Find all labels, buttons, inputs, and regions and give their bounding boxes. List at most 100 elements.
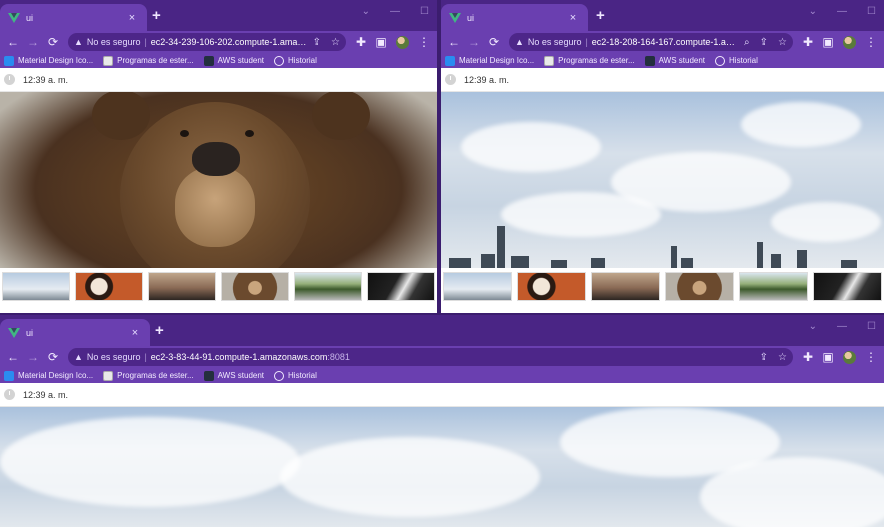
thumbnail-sky[interactable] (443, 272, 512, 301)
thumbnail-sunset[interactable] (148, 272, 216, 301)
bookmark-aws-student[interactable]: AWS student (203, 55, 265, 66)
address-bar[interactable]: ▲ No es seguro | ec2-34-239-106-202.comp… (68, 33, 346, 51)
bookmark-label: Material Design Ico... (18, 56, 94, 65)
back-button[interactable]: ← (4, 350, 22, 364)
bookmark-label: Programas de ester... (117, 371, 194, 380)
tab-close-button[interactable]: × (566, 12, 580, 24)
warning-icon[interactable]: ▲ (515, 37, 524, 47)
star-icon[interactable]: ☆ (778, 352, 787, 363)
bookmark-label: AWS student (217, 56, 265, 65)
omnibox-separator: | (144, 352, 147, 362)
bookmark-programas[interactable]: Programas de ester... (103, 55, 194, 66)
share-icon[interactable]: ⇪ (313, 37, 321, 48)
bear-ear (312, 92, 370, 140)
thumbnail-road[interactable] (739, 272, 808, 301)
thumbnail-dark[interactable] (813, 272, 882, 301)
maximize-button[interactable]: ☐ (420, 6, 429, 17)
address-bar[interactable]: ▲ No es seguro | ec2-18-208-164-167.comp… (509, 33, 793, 51)
search-icon[interactable]: ⌕ (744, 37, 750, 48)
building (511, 256, 529, 268)
star-icon[interactable]: ☆ (331, 37, 340, 48)
thumbnail-dark[interactable] (367, 272, 435, 301)
warning-icon[interactable]: ▲ (74, 352, 83, 362)
side-panel-icon[interactable]: ▣ (372, 35, 390, 49)
browser-toolbar: ← → ⟳ ▲ No es seguro | ec2-18-208-164-16… (441, 31, 884, 53)
avatar[interactable] (396, 35, 409, 49)
thumbnail-road[interactable] (294, 272, 362, 301)
chevron-down-icon[interactable]: ⌄ (809, 321, 817, 332)
bookmark-material-design[interactable]: Material Design Ico... (445, 55, 534, 66)
back-button[interactable]: ← (4, 35, 22, 49)
cloud (0, 417, 300, 507)
puzzle-icon[interactable]: ✚ (799, 350, 817, 364)
app-header: 12:39 a. m. (441, 68, 884, 92)
address-bar[interactable]: ▲ No es seguro | ec2-3-83-44-91.compute-… (68, 348, 793, 366)
forward-button[interactable]: → (24, 350, 42, 364)
minimize-button[interactable]: — (837, 6, 847, 17)
tab-ui[interactable]: ui × (441, 4, 588, 31)
tab-close-button[interactable]: × (125, 12, 139, 24)
vue-logo-icon (8, 12, 20, 23)
bookmark-historial[interactable]: Historial (274, 370, 317, 381)
new-tab-button[interactable]: + (152, 7, 161, 24)
tab-close-button[interactable]: × (128, 327, 142, 339)
app-header: 12:39 a. m. (0, 383, 884, 407)
reload-button[interactable]: ⟳ (44, 35, 62, 49)
aws-icon (203, 370, 214, 381)
bookmark-label: Material Design Ico... (18, 371, 94, 380)
bookmark-material-design[interactable]: Material Design Ico... (4, 370, 94, 381)
chevron-down-icon[interactable]: ⌄ (809, 6, 817, 17)
omnibox-separator: | (144, 37, 147, 47)
warning-icon[interactable]: ▲ (74, 37, 83, 47)
bookmark-aws-student[interactable]: AWS student (203, 370, 264, 381)
avatar[interactable] (843, 350, 856, 364)
thumbnail-bear[interactable] (665, 272, 734, 301)
back-button[interactable]: ← (445, 35, 463, 49)
forward-button[interactable]: → (465, 35, 483, 49)
thumbnail-sky[interactable] (2, 272, 70, 301)
history-icon (274, 370, 285, 381)
url-text: ec2-18-208-164-167.compute-1.amazon... (591, 37, 740, 47)
reload-button[interactable]: ⟳ (44, 350, 62, 364)
cloud (280, 437, 540, 517)
thumbnail-sunset[interactable] (591, 272, 660, 301)
star-icon[interactable]: ☆ (778, 37, 787, 48)
bookmark-historial[interactable]: Historial (715, 55, 758, 66)
share-icon[interactable]: ⇪ (760, 352, 768, 363)
reload-button[interactable]: ⟳ (485, 35, 503, 49)
puzzle-icon[interactable]: ✚ (799, 35, 817, 49)
kebab-menu-icon[interactable]: ⋮ (862, 35, 880, 49)
minimize-button[interactable]: — (390, 6, 400, 17)
tab-strip: ui × + ⌄ — ☐ (0, 315, 884, 346)
bookmark-historial[interactable]: Historial (274, 55, 317, 66)
maximize-button[interactable]: ☐ (867, 6, 876, 17)
avatar[interactable] (843, 35, 856, 49)
bookmarks-bar: Material Design Ico... Programas de este… (0, 53, 437, 68)
kebab-menu-icon[interactable]: ⋮ (862, 350, 880, 364)
cloud (461, 122, 601, 172)
bookmark-programas[interactable]: Programas de ester... (544, 55, 635, 66)
new-tab-button[interactable]: + (155, 322, 164, 339)
thumbnail-coffee[interactable] (75, 272, 143, 301)
tab-ui[interactable]: ui × (0, 4, 147, 31)
empire-state-building (497, 226, 505, 268)
puzzle-icon[interactable]: ✚ (352, 35, 370, 49)
side-panel-icon[interactable]: ▣ (819, 350, 837, 364)
maximize-button[interactable]: ☐ (867, 321, 876, 332)
side-panel-icon[interactable]: ▣ (819, 35, 837, 49)
building (591, 258, 605, 268)
cloud (741, 102, 861, 147)
thumbnail-bear[interactable] (221, 272, 289, 301)
bookmark-aws-student[interactable]: AWS student (644, 55, 705, 66)
thumbnail-coffee[interactable] (517, 272, 586, 301)
aws-icon (644, 55, 655, 66)
bookmark-programas[interactable]: Programas de ester... (103, 370, 194, 381)
share-icon[interactable]: ⇪ (760, 37, 768, 48)
new-tab-button[interactable]: + (596, 7, 605, 24)
tab-ui[interactable]: ui × (0, 319, 150, 346)
bookmark-material-design[interactable]: Material Design Ico... (4, 55, 94, 66)
minimize-button[interactable]: — (837, 321, 847, 332)
kebab-menu-icon[interactable]: ⋮ (415, 35, 433, 49)
forward-button[interactable]: → (24, 35, 42, 49)
chevron-down-icon[interactable]: ⌄ (362, 6, 370, 17)
